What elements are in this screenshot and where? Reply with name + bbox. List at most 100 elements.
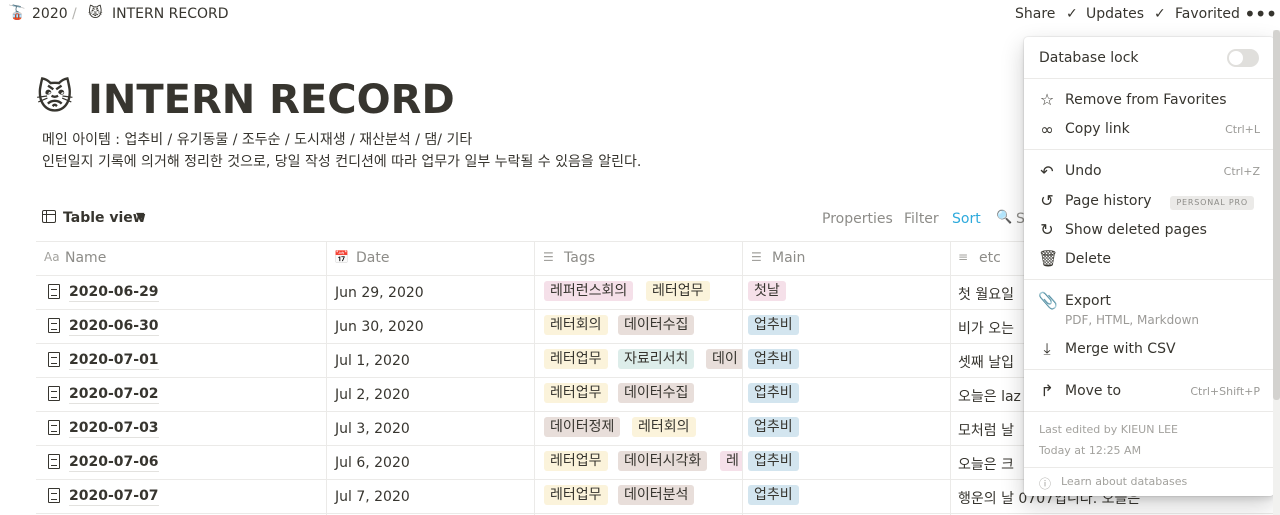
show-deleted-pages-item[interactable]: Show deleted pages [1065,222,1207,238]
row-etc-text: 비가 오는 [958,321,1014,337]
share-button[interactable]: Share [1015,6,1055,22]
more-options-icon[interactable]: ••• [1244,2,1277,26]
row-date: Jul 6, 2020 [335,455,410,471]
row-name[interactable]: 2020-07-02 [69,386,159,404]
topbar: 🚡 2020 / 😾 INTERN RECORD Share ✓ Updates… [0,0,1280,30]
favorited-button[interactable]: Favorited [1175,6,1240,22]
move-arrow-icon: ↱ [1040,381,1054,400]
move-to-item[interactable]: Move to [1065,383,1121,399]
row-name[interactable]: 2020-07-06 [69,454,159,472]
calendar-icon: 📅 [334,250,349,264]
main-chip[interactable]: 업추비 [748,315,799,335]
favorited-check-icon: ✓ [1154,6,1166,22]
row-name[interactable]: 2020-07-03 [69,420,159,438]
scrollbar-thumb[interactable] [1273,30,1280,400]
main-chip[interactable]: 업추비 [748,417,799,437]
row-etc-text: 첫 월요일 [958,287,1014,303]
main-chip[interactable]: 업추비 [748,383,799,403]
main-chip[interactable]: 업추비 [748,485,799,505]
remove-from-favorites-item[interactable]: Remove from Favorites [1065,92,1227,108]
column-header-tags[interactable]: Tags [564,250,595,266]
column-header-name[interactable]: Name [65,250,106,266]
row-tags[interactable]: 레터업무 데이터시각화 레 [542,451,742,475]
merge-with-csv-item[interactable]: Merge with CSV [1065,341,1176,357]
export-item[interactable]: Export [1065,293,1111,309]
page-icon [48,420,60,435]
tag-chip: 레터회의 [632,417,696,437]
menu-divider [1024,279,1274,280]
row-tags[interactable]: 레터업무 데이터분석 [542,485,742,509]
row-date: Jun 30, 2020 [335,319,424,335]
chevron-down-icon[interactable]: ▼ [136,210,144,223]
row-name[interactable]: 2020-06-29 [69,284,159,302]
copy-link-item[interactable]: Copy link [1065,121,1130,137]
menu-divider [1024,411,1274,412]
tag-chip: 데이 [706,349,742,369]
row-tags[interactable]: 데이터정제 레터회의 [542,417,742,441]
export-formats-subtitle: PDF, HTML, Markdown [1065,313,1199,327]
restore-icon: ↻ [1040,220,1054,239]
page-history-item[interactable]: Page history [1065,193,1152,209]
filter-button[interactable]: Filter [904,211,939,227]
column-header-main[interactable]: Main [772,250,805,266]
breadcrumb-item-intern-record[interactable]: INTERN RECORD [112,6,229,22]
column-header-date[interactable]: Date [356,250,389,266]
personal-pro-badge: PERSONAL PRO [1170,196,1254,210]
tag-chip: 레터업무 [646,281,710,301]
main-chip[interactable]: 업추비 [748,451,799,471]
page-icon [48,352,60,367]
row-etc-text: 셋째 날입 [958,355,1014,371]
main-chip[interactable]: 업추비 [748,349,799,369]
page-scrollbar[interactable] [1273,30,1280,515]
menu-divider [1024,78,1274,79]
page-icon [48,454,60,469]
breadcrumb-separator: / [72,6,77,22]
list-icon: ☰ [543,250,554,264]
row-etc-text: 오늘은 크 [958,457,1014,473]
tag-chip: 자료리서치 [618,349,695,369]
sort-button[interactable]: Sort [952,211,981,227]
search-icon[interactable]: 🔍 [996,210,1012,225]
row-date: Jul 1, 2020 [335,353,410,369]
row-tags[interactable]: 레터회의 데이터수집 [542,315,742,339]
learn-about-databases-link[interactable]: Learn about databases [1061,475,1187,488]
database-lock-toggle[interactable] [1227,49,1259,67]
row-name[interactable]: 2020-06-30 [69,318,159,336]
page-title[interactable]: INTERN RECORD [88,76,455,124]
row-etc-text: 모처럼 날 [958,423,1014,439]
column-divider [950,241,951,515]
main-chip[interactable]: 첫날 [748,281,786,301]
row-tags[interactable]: 레터업무 자료리서치 데이 [542,349,742,373]
tag-chip: 레터업무 [544,451,608,471]
tag-chip: 데이터정제 [544,417,621,437]
undo-item[interactable]: Undo [1065,163,1102,179]
undo-shortcut: Ctrl+Z [1223,165,1260,178]
tag-chip: 레터업무 [544,485,608,505]
row-name[interactable]: 2020-07-01 [69,352,159,370]
menu-divider [1024,369,1274,370]
page-description-line-1[interactable]: 메인 아이템 : 업추비 / 유기동물 / 조두순 / 도시재생 / 재산분석 … [42,130,472,150]
column-divider [742,241,743,515]
undo-icon: ↶ [1040,162,1054,181]
delete-item[interactable]: Delete [1065,251,1111,267]
page-description-line-2[interactable]: 인턴일지 기록에 의거해 정리한 것으로, 당일 작성 컨디션에 따라 업무가 … [42,152,641,172]
row-name[interactable]: 2020-07-07 [69,488,159,506]
tag-chip: 데이터분석 [618,485,695,505]
updates-button[interactable]: Updates [1086,6,1144,22]
tag-chip: 레터회의 [544,315,608,335]
row-tags[interactable]: 레터업무 데이터수집 [542,383,742,407]
page-emoji-icon[interactable]: 😾 [36,78,74,118]
properties-button[interactable]: Properties [822,211,893,227]
column-header-etc[interactable]: etc [979,250,1001,266]
help-icon: ⓘ [1039,477,1052,491]
move-to-shortcut: Ctrl+Shift+P [1190,385,1260,398]
breadcrumb-item-2020[interactable]: 2020 [32,6,68,22]
page-icon [48,318,60,333]
toggle-knob [1229,51,1243,65]
menu-divider [1024,149,1274,150]
edited-time-text: Today at 12:25 AM [1039,444,1142,457]
table-view-selector[interactable]: Table view [63,210,146,226]
row-tags[interactable]: 레퍼런스회의 레터업무 [542,281,742,305]
page-icon [48,488,60,503]
row-etc-text: 오늘은 laz [958,389,1021,405]
